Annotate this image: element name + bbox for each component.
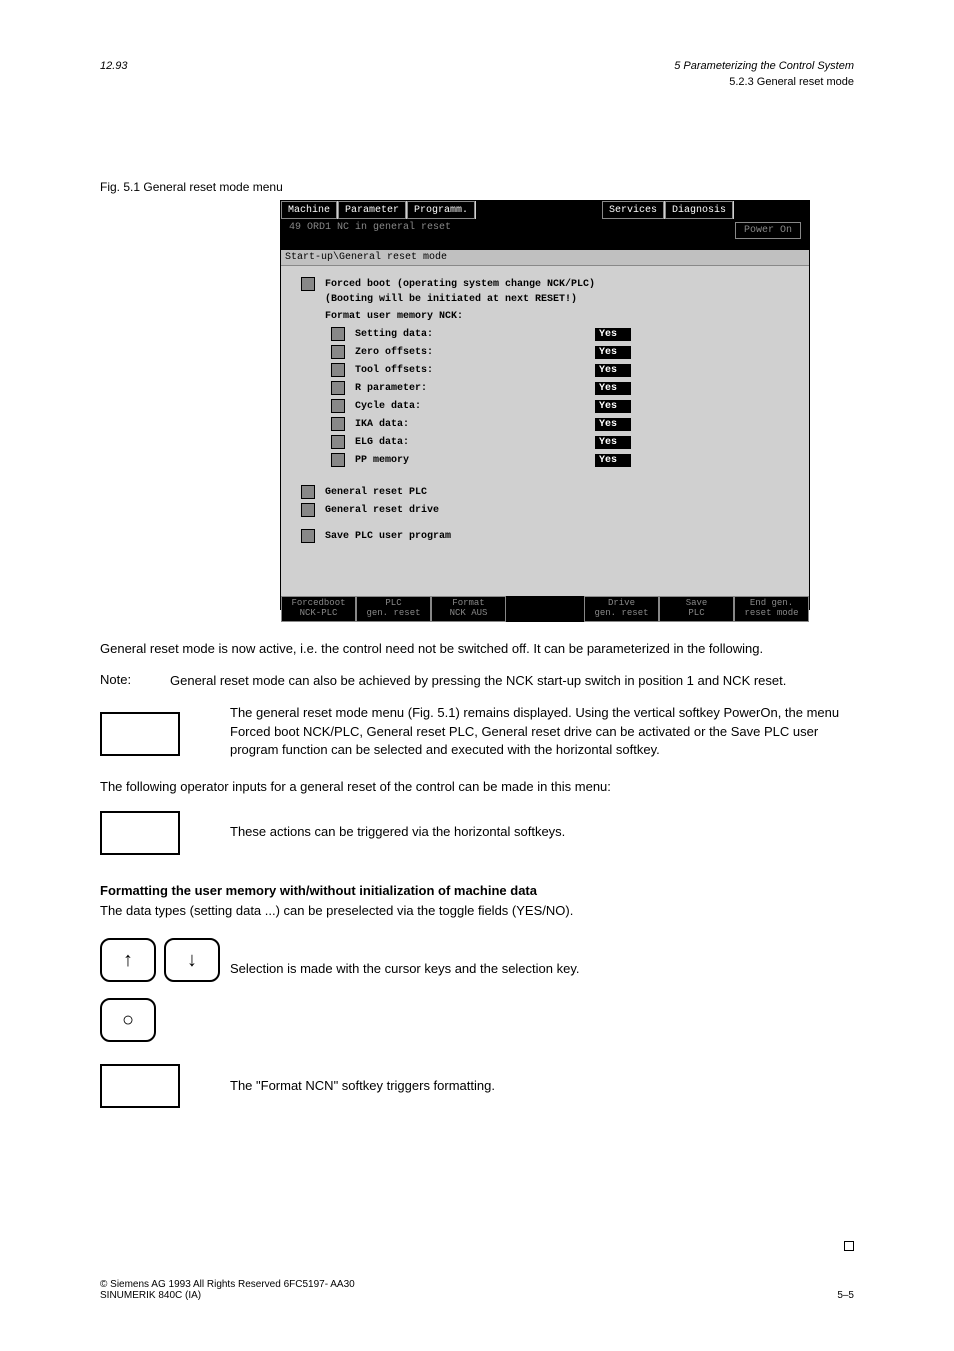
paragraph-2: General reset mode can also be achieved … (170, 672, 854, 690)
label-ika-data: IKA data: (355, 419, 595, 430)
forced-boot-label: Forced boot (operating system change NCK… (325, 279, 789, 290)
tab-diagnosis[interactable]: Diagnosis (665, 201, 733, 219)
tab-services[interactable]: Services (602, 201, 664, 219)
paragraph-1: General reset mode is now active, i.e. t… (100, 640, 854, 658)
paragraph-3: The general reset mode menu (Fig. 5.1) r… (230, 704, 854, 759)
page-header-chapter: 5 Parameterizing the Control System (674, 60, 854, 72)
cnc-screen: Machine Parameter Programm. Services Dia… (280, 200, 810, 610)
tab-parameter[interactable]: Parameter (338, 201, 406, 219)
arrow-down-key-icon (164, 938, 220, 982)
softkey-save-plc[interactable]: Save PLC (659, 596, 734, 622)
tab-programm[interactable]: Programm. (407, 201, 475, 219)
paragraph-8: The "Format NCN" softkey triggers format… (230, 1077, 854, 1095)
paragraph-4: The following operator inputs for a gene… (100, 778, 854, 796)
label-setting-data: Setting data: (355, 329, 595, 340)
softkey-plc-reset[interactable]: PLC gen. reset (356, 596, 431, 622)
top-tab-bar: Machine Parameter Programm. Services Dia… (281, 201, 809, 219)
toggle-pp-memory[interactable]: Yes (595, 454, 631, 467)
paragraph-7: Selection is made with the cursor keys a… (230, 930, 854, 978)
checkbox-save-plc[interactable] (301, 529, 315, 543)
toggle-r-parameter[interactable]: Yes (595, 382, 631, 395)
checkbox-setting-data[interactable] (331, 327, 345, 341)
label-save-plc: Save PLC user program (325, 531, 789, 542)
status-bar: 49 ORD1 NC in general reset Power On (281, 219, 809, 242)
section-end-marker (844, 1241, 854, 1251)
note-label: Note: (100, 672, 170, 690)
checkbox-gen-reset-drive[interactable] (301, 503, 315, 517)
label-elg-data: ELG data: (355, 437, 595, 448)
label-gen-reset-drive: General reset drive (325, 505, 789, 516)
arrow-up-key-icon (100, 938, 156, 982)
select-key-icon (100, 998, 156, 1042)
forced-boot-subtext: (Booting will be initiated at next RESET… (325, 294, 789, 305)
checkbox-gen-reset-plc[interactable] (301, 485, 315, 499)
softkey-forcedboot[interactable]: Forcedboot NCK-PLC (281, 596, 356, 622)
label-tool-offsets: Tool offsets: (355, 365, 595, 376)
toggle-ika-data[interactable]: Yes (595, 418, 631, 431)
figure-caption: Fig. 5.1 General reset mode menu (100, 180, 283, 194)
toggle-setting-data[interactable]: Yes (595, 328, 631, 341)
label-gen-reset-plc: General reset PLC (325, 487, 789, 498)
checkbox-forced-boot[interactable] (301, 277, 315, 291)
toggle-cycle-data[interactable]: Yes (595, 400, 631, 413)
checkbox-cycle-data[interactable] (331, 399, 345, 413)
breadcrumb: Start-up\General reset mode (281, 250, 809, 266)
page-footer-number: 5–5 (837, 1290, 854, 1301)
label-pp-memory: PP memory (355, 455, 595, 466)
checkbox-r-parameter[interactable] (331, 381, 345, 395)
toggle-tool-offsets[interactable]: Yes (595, 364, 631, 377)
content-area: Forced boot (operating system change NCK… (281, 266, 809, 596)
softkey-graphic-1 (100, 712, 180, 756)
softkey-end-gen[interactable]: End gen. reset mode (734, 596, 809, 622)
toggle-elg-data[interactable]: Yes (595, 436, 631, 449)
format-header: Format user memory NCK: (325, 311, 789, 322)
page-header-date: 12.93 (100, 60, 128, 72)
label-zero-offsets: Zero offsets: (355, 347, 595, 358)
power-on-indicator: Power On (735, 222, 801, 239)
subsection-title: Formatting the user memory with/without … (100, 883, 854, 898)
bottom-softkey-bar: Forcedboot NCK-PLC PLC gen. reset Format… (281, 596, 809, 622)
label-cycle-data: Cycle data: (355, 401, 595, 412)
toggle-zero-offsets[interactable]: Yes (595, 346, 631, 359)
checkbox-tool-offsets[interactable] (331, 363, 345, 377)
softkey-graphic-3 (100, 1064, 180, 1108)
softkey-graphic-2 (100, 811, 180, 855)
softkey-drive-reset[interactable]: Drive gen. reset (584, 596, 659, 622)
checkbox-pp-memory[interactable] (331, 453, 345, 467)
checkbox-ika-data[interactable] (331, 417, 345, 431)
page-section-title: 5.2.3 General reset mode (729, 76, 854, 88)
checkbox-elg-data[interactable] (331, 435, 345, 449)
paragraph-6: The data types (setting data ...) can be… (100, 902, 854, 920)
checkbox-zero-offsets[interactable] (331, 345, 345, 359)
label-r-parameter: R parameter: (355, 383, 595, 394)
softkey-format-nck[interactable]: Format NCK AUS (431, 596, 506, 622)
page-footer-copyright: © Siemens AG 1993 All Rights Reserved 6F… (100, 1279, 355, 1301)
paragraph-5: These actions can be triggered via the h… (230, 823, 854, 841)
tab-machine[interactable]: Machine (281, 201, 337, 219)
status-text: 49 ORD1 NC in general reset (289, 222, 451, 239)
